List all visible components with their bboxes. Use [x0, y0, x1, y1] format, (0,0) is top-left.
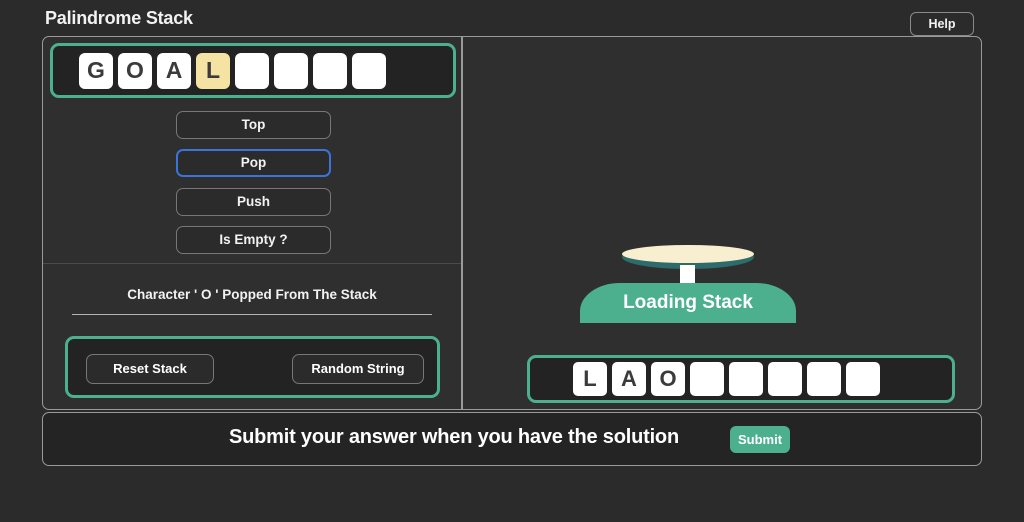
footer-prompt: Submit your answer when you have the sol…: [229, 426, 679, 448]
reset-stack-button[interactable]: Reset Stack: [86, 354, 214, 384]
output-tile-3[interactable]: [690, 362, 724, 396]
output-tile-6[interactable]: [807, 362, 841, 396]
output-tile-7[interactable]: [846, 362, 880, 396]
loading-stack-label: Loading Stack: [623, 292, 753, 313]
status-message: Character ' O ' Popped From The Stack: [127, 287, 377, 302]
input-tile-5[interactable]: [274, 52, 308, 89]
pop-operation-button[interactable]: Pop: [176, 149, 331, 177]
input-tile-3[interactable]: L: [196, 52, 230, 89]
right-pane: Loading Stack LAO: [463, 37, 981, 409]
is-empty-operation-button[interactable]: Is Empty ?: [176, 226, 331, 254]
output-tile-4[interactable]: [729, 362, 763, 396]
random-string-button[interactable]: Random String: [292, 354, 424, 384]
help-button[interactable]: Help: [910, 12, 974, 36]
section-divider: [43, 263, 461, 264]
top-operation-button[interactable]: Top: [176, 111, 331, 139]
table-surface-shape: [622, 245, 754, 263]
output-tile-5[interactable]: [768, 362, 802, 396]
app-header: Palindrome Stack Help: [0, 0, 1024, 38]
footer-panel: Submit your answer when you have the sol…: [42, 412, 982, 466]
loading-stack-illustration: Loading Stack: [533, 245, 928, 364]
output-tile-row: LAO: [527, 355, 955, 403]
input-tile-6[interactable]: [313, 52, 347, 89]
input-tile-0[interactable]: G: [79, 52, 113, 89]
input-tile-4[interactable]: [235, 52, 269, 89]
push-operation-button[interactable]: Push: [176, 188, 331, 216]
status-underline: [72, 314, 432, 315]
input-tile-2[interactable]: A: [157, 52, 191, 89]
action-panel: Reset Stack Random String: [65, 336, 440, 398]
output-tile-2[interactable]: O: [651, 362, 685, 396]
submit-button[interactable]: Submit: [730, 426, 790, 453]
output-tile-0[interactable]: L: [573, 362, 607, 396]
page-title: Palindrome Stack: [45, 8, 193, 28]
left-pane: GOAL Top Pop Push Is Empty ? Character '…: [43, 37, 461, 409]
input-tile-row: GOAL: [50, 43, 456, 98]
output-tile-1[interactable]: A: [612, 362, 646, 396]
input-tile-7[interactable]: [352, 52, 386, 89]
main-panel: GOAL Top Pop Push Is Empty ? Character '…: [42, 36, 982, 410]
input-tile-1[interactable]: O: [118, 52, 152, 89]
